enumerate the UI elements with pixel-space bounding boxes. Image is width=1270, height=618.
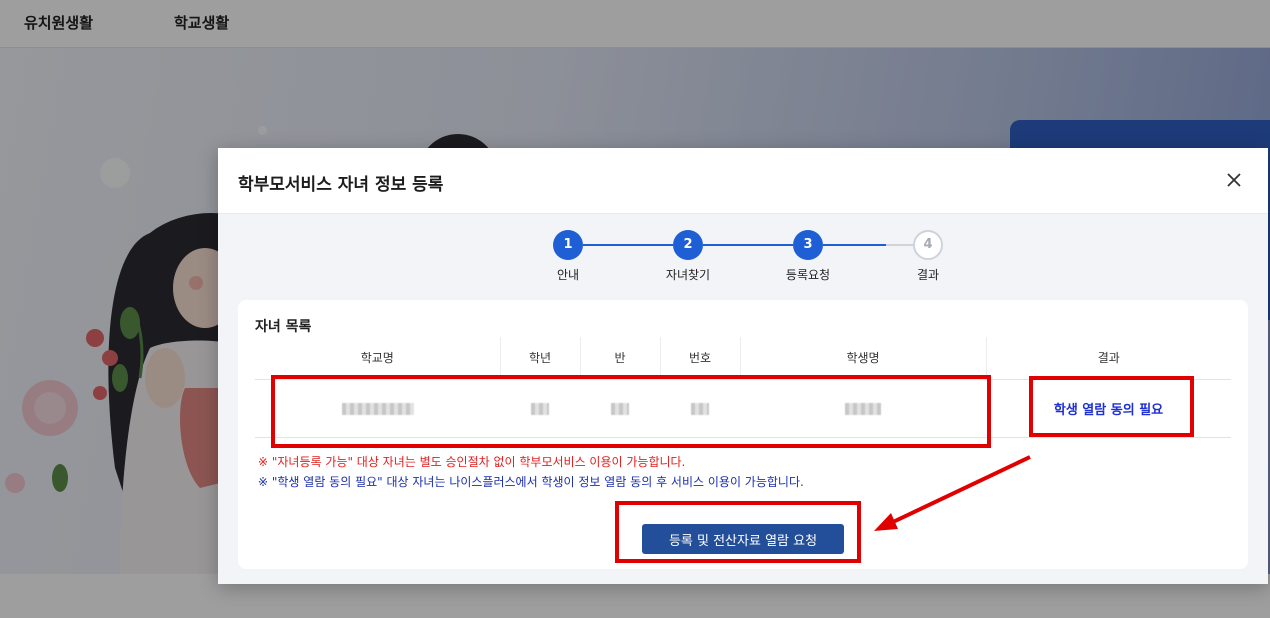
annotation-arrow-icon: [874, 455, 1031, 531]
